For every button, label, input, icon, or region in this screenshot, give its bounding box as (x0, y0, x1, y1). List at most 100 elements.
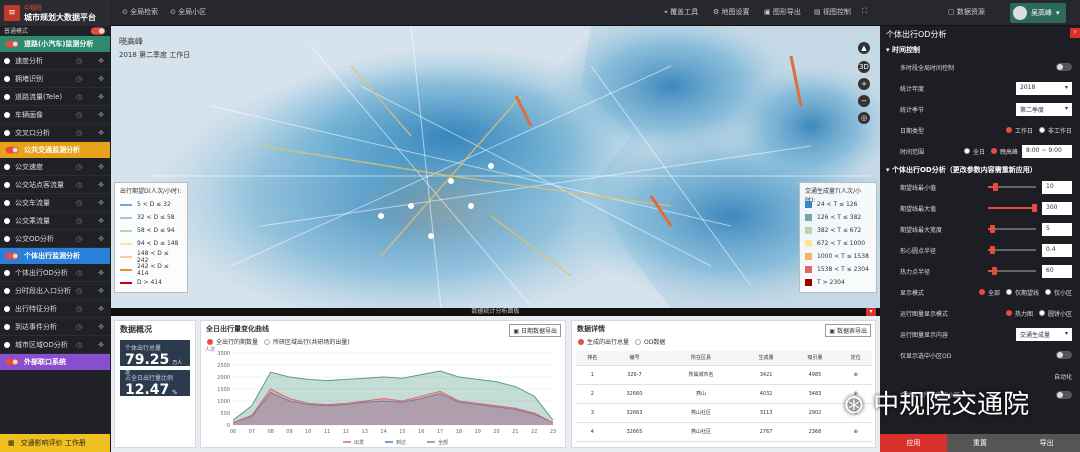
clock-icon[interactable]: ◷ (76, 323, 82, 331)
daytype-holiday-radio[interactable]: 非工作日 (1038, 126, 1072, 135)
reset-button[interactable]: 重置 (946, 434, 1014, 452)
sidebar-item[interactable]: 公交车流量 ◷ ✥ (0, 194, 110, 212)
display-all-radio[interactable]: 全部 (978, 288, 1000, 297)
sidebar-item[interactable]: 交叉口分析 ◷ ✥ (0, 124, 110, 142)
sidebar-group-2[interactable]: 个体出行监测分析 (0, 248, 110, 264)
clock-icon[interactable]: ◷ (76, 341, 82, 349)
export-button[interactable]: 导出 (1013, 434, 1080, 452)
zoom-in-icon[interactable]: + (858, 78, 870, 90)
year-select[interactable]: 2018 ▾ (1016, 81, 1072, 95)
panel-toggle-strip[interactable]: 数据统计分析面板 ▾ (111, 308, 880, 316)
merge-toggle[interactable] (1056, 391, 1072, 399)
group-toggle[interactable] (5, 358, 19, 366)
move-icon[interactable]: ✥ (98, 199, 104, 207)
table-row[interactable]: 3 32663 燕山社区 3113 2902 ⊕ (576, 403, 872, 423)
cell-heat-radio[interactable]: 热力图 (1005, 309, 1033, 318)
sidebar-item[interactable]: 公交站点客流量 ◷ ✥ (0, 176, 110, 194)
clock-icon[interactable]: ◷ (76, 181, 82, 189)
sidebar-item[interactable]: 道路流量(Tele) ◷ ✥ (0, 88, 110, 106)
param-slider[interactable] (988, 225, 1036, 233)
sidebar-item[interactable]: 个体出行OD分析 ◷ ✥ (0, 264, 110, 282)
move-icon[interactable]: ✥ (98, 323, 104, 331)
sidebar-item[interactable]: 分时段出入口分析 ◷ ✥ (0, 282, 110, 300)
param-input[interactable]: 60 (1042, 264, 1072, 278)
sidebar-item[interactable]: 城市区域OD分析 ◷ ✥ (0, 336, 110, 354)
details-option-gen[interactable]: 生成的出行总量 (578, 337, 629, 346)
param-slider[interactable] (988, 267, 1036, 275)
map-canvas[interactable]: 晓高峰 2018 第二季度 工作日 出行期望D(人次/小时): 5 < D ≤ … (111, 26, 880, 308)
multi-time-toggle[interactable] (1056, 63, 1072, 71)
sidebar-item[interactable]: 公交速度 ◷ ✥ (0, 158, 110, 176)
clock-icon[interactable]: ◷ (76, 269, 82, 277)
move-icon[interactable]: ✥ (98, 57, 104, 65)
move-icon[interactable]: ✥ (98, 93, 104, 101)
param-slider[interactable] (988, 183, 1036, 191)
sidebar-item[interactable]: 出行特征分析 ◷ ✥ (0, 300, 110, 318)
table-row[interactable]: 4 32665 燕山社区 2767 2368 ⊕ (576, 422, 872, 442)
cell-pie-radio[interactable]: 圆饼小区 (1038, 309, 1072, 318)
group-toggle[interactable] (5, 252, 19, 260)
clock-icon[interactable]: ◷ (76, 111, 82, 119)
locate-icon[interactable]: ◎ (858, 112, 870, 124)
clock-icon[interactable]: ◷ (76, 305, 82, 313)
table-row[interactable]: 2 32660 燕山 4032 3483 ⊕ (576, 384, 872, 404)
move-icon[interactable]: ✥ (98, 217, 104, 225)
apply-button[interactable]: 应用 (880, 434, 947, 452)
move-icon[interactable]: ✥ (98, 341, 104, 349)
clock-icon[interactable]: ◷ (76, 287, 82, 295)
clock-icon[interactable]: ◷ (76, 199, 82, 207)
clock-icon[interactable]: ◷ (76, 93, 82, 101)
move-icon[interactable]: ✥ (98, 235, 104, 243)
fullscreen-icon[interactable]: ⛶ (862, 7, 867, 16)
table-row[interactable]: 1 326-7 所属城市名 3421 4985 ⊕ (576, 365, 872, 385)
chart-export-button[interactable]: ▣ 日期数据导出 (509, 324, 561, 337)
toolbar-map-settings-button[interactable]: ⚙ 地图设置 (713, 7, 750, 17)
sidebar-group-1[interactable]: 公共交通监测分析 (0, 142, 110, 158)
user-menu[interactable]: 吴高峰 ▾ (1010, 3, 1066, 23)
3d-icon[interactable]: 3D (858, 61, 870, 73)
time-range-select[interactable]: 8:00 ~ 9:00 (1022, 144, 1072, 158)
param-slider[interactable] (988, 246, 1036, 254)
collapse-icon[interactable]: ▾ (866, 308, 876, 316)
sidebar-footer-button[interactable]: ▦ 交通影响评价 工作册 (0, 434, 110, 452)
move-icon[interactable]: ✥ (98, 305, 104, 313)
move-icon[interactable]: ✥ (98, 181, 104, 189)
param-input[interactable]: 10 (1042, 180, 1072, 194)
sidebar-item[interactable]: 车辆画像 ◷ ✥ (0, 106, 110, 124)
clock-icon[interactable]: ◷ (76, 235, 82, 243)
chart-legend-label[interactable]: 出发 (354, 439, 364, 445)
sidebar-item[interactable]: 速度分析 ◷ ✥ (0, 52, 110, 70)
group-toggle[interactable] (5, 146, 19, 154)
chart-legend-label[interactable]: 全部 (438, 439, 448, 445)
only-selected-toggle[interactable] (1056, 351, 1072, 359)
toolbar-overlay-button[interactable]: ⌖ 覆盖工具 (664, 7, 698, 17)
nav-global-search[interactable]: ⊙ 全局检索 (122, 7, 158, 17)
toolbar-view-button[interactable]: ▤ 视图控制 (814, 7, 851, 17)
move-icon[interactable]: ✥ (98, 129, 104, 137)
sidebar-item[interactable]: 到达事件分析 ◷ ✥ (0, 318, 110, 336)
clock-icon[interactable]: ◷ (76, 163, 82, 171)
clock-icon[interactable]: ◷ (76, 75, 82, 83)
clock-icon[interactable]: ◷ (76, 129, 82, 137)
details-option-od[interactable]: OD数据 (635, 337, 665, 346)
zoom-out-icon[interactable]: − (858, 95, 870, 107)
param-input[interactable]: 0.4 (1042, 243, 1072, 257)
toolbar-export-button[interactable]: ▣ 图形导出 (764, 7, 801, 17)
compass-icon[interactable]: ▲ (858, 42, 870, 54)
move-icon[interactable]: ✥ (98, 75, 104, 83)
mode-toggle[interactable] (90, 27, 106, 35)
sidebar-item[interactable]: 拥堵识别 ◷ ✥ (0, 70, 110, 88)
sidebar-item[interactable]: 公交OD分析 ◷ ✥ (0, 230, 110, 248)
param-input[interactable]: 5 (1042, 222, 1072, 236)
move-icon[interactable]: ✥ (98, 163, 104, 171)
sidebar-group-3[interactable]: 外部联口系统 (0, 354, 110, 370)
sidebar-group-0[interactable]: 道路(小汽车)监测分析 (0, 36, 110, 52)
sidebar-item[interactable]: 公交乘流量 ◷ ✥ (0, 212, 110, 230)
daytype-workday-radio[interactable]: 工作日 (1005, 126, 1033, 135)
time-allday-radio[interactable]: 全日 (963, 147, 985, 156)
group-toggle[interactable] (5, 40, 19, 48)
param-slider[interactable] (988, 204, 1037, 212)
close-panel-icon[interactable]: › (1070, 28, 1080, 38)
details-export-button[interactable]: ▣ 数据表导出 (825, 324, 871, 337)
move-icon[interactable]: ✥ (98, 287, 104, 295)
